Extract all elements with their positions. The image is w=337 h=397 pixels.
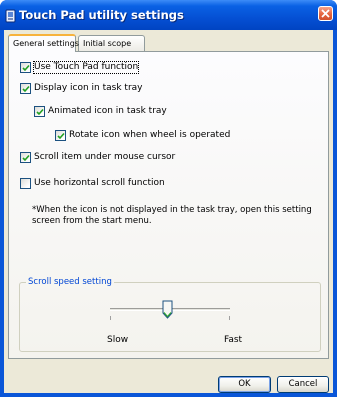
scroll-under-cursor-checkbox[interactable]: [20, 152, 31, 163]
task-tray-note: *When the icon is not displayed in the t…: [32, 205, 312, 226]
animated-icon-label: Animated icon in task tray: [48, 106, 167, 116]
close-icon: [321, 9, 330, 18]
general-settings-panel: Use Touch Pad function Display icon in t…: [8, 51, 329, 359]
use-touchpad-checkbox[interactable]: [20, 62, 31, 73]
scroll-under-cursor-label: Scroll item under mouse cursor: [34, 152, 176, 162]
scroll-speed-group: Scroll speed setting Slow Fast: [19, 277, 321, 352]
animated-icon-checkbox[interactable]: [34, 106, 45, 117]
scroll-speed-group-label: Scroll speed setting: [26, 277, 114, 288]
rotate-icon-label: Rotate icon when wheel is operated: [69, 130, 231, 140]
touchpad-utility-icon: [5, 8, 17, 23]
cancel-button[interactable]: Cancel: [277, 376, 329, 393]
title-bar[interactable]: Touch Pad utility settings: [0, 0, 337, 30]
scroll-speed-slider-thumb[interactable]: [162, 300, 173, 319]
slow-label: Slow: [107, 335, 129, 345]
settings-window: Touch Pad utility settings General setti…: [0, 0, 337, 397]
horizontal-scroll-checkbox[interactable]: [20, 178, 31, 189]
checkmark-icon: [22, 154, 30, 162]
rotate-icon-checkbox[interactable]: [55, 130, 66, 141]
checkmark-icon: [36, 108, 44, 116]
display-icon-label: Display icon in task tray: [34, 83, 143, 93]
use-touchpad-label: Use Touch Pad function: [32, 61, 140, 74]
slider-tick: [110, 316, 111, 320]
ok-button[interactable]: OK: [218, 376, 271, 393]
display-icon-checkbox[interactable]: [20, 83, 31, 94]
fast-label: Fast: [224, 335, 243, 345]
tab-initial-scope[interactable]: Initial scope: [78, 35, 145, 51]
dialog-client-area: General settings Initial scope Use Touch…: [4, 30, 333, 393]
tab-general-settings[interactable]: General settings: [8, 34, 79, 52]
checkmark-icon: [22, 85, 30, 93]
checkmark-icon: [57, 132, 65, 140]
close-button[interactable]: [318, 6, 333, 21]
checkmark-icon: [22, 64, 30, 72]
slider-tick: [229, 316, 230, 320]
window-title: Touch Pad utility settings: [19, 8, 184, 22]
horizontal-scroll-label: Use horizontal scroll function: [34, 178, 165, 188]
